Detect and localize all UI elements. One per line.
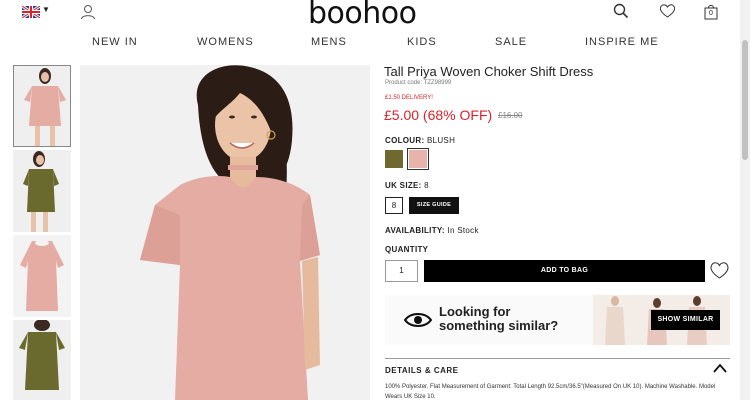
size-label: UK SIZE: xyxy=(385,181,422,190)
sale-price: £5.00 (68% OFF) xyxy=(384,107,493,123)
availability-value: In Stock xyxy=(447,226,479,235)
thumbnail-3[interactable] xyxy=(13,235,71,317)
colour-value: BLUSH xyxy=(426,136,456,145)
chevron-up-icon[interactable] xyxy=(713,363,727,373)
nav-item-womens[interactable]: WOMENS xyxy=(197,36,254,48)
show-similar-button[interactable]: SHOW SIMILAR xyxy=(651,310,720,330)
heart-icon[interactable] xyxy=(659,3,676,19)
availability-row: AVAILABILITY: In Stock xyxy=(385,226,479,235)
nav-item-new-in[interactable]: NEW IN xyxy=(92,36,138,48)
search-icon[interactable] xyxy=(613,3,629,19)
eye-icon xyxy=(404,313,432,327)
nav-item-kids[interactable]: KIDS xyxy=(407,36,437,48)
uk-flag-icon[interactable] xyxy=(22,6,40,18)
nav-item-inspire-me[interactable]: INSPIRE ME xyxy=(585,36,659,48)
thumbnail-4[interactable] xyxy=(13,320,71,400)
size-option-8[interactable]: 8 xyxy=(385,197,403,214)
thumbnail-1[interactable] xyxy=(13,65,71,147)
scrollbar-thumb[interactable] xyxy=(742,40,748,160)
similar-line-1: Looking for xyxy=(439,304,511,319)
similar-banner: Looking for something similar? SHOW SIMI… xyxy=(385,295,730,345)
bag-count: 0 xyxy=(709,10,713,17)
product-title: Tall Priya Woven Choker Shift Dress xyxy=(384,64,594,79)
main-product-image[interactable] xyxy=(80,65,370,400)
details-care-heading[interactable]: DETAILS & CARE xyxy=(385,366,459,375)
divider xyxy=(385,358,730,359)
quantity-label: QUANTITY xyxy=(385,245,428,254)
thumbnail-2[interactable] xyxy=(13,150,71,232)
site-logo[interactable]: boohoo xyxy=(308,0,417,31)
swatch-khaki[interactable] xyxy=(385,150,403,168)
nav-item-sale[interactable]: SALE xyxy=(495,36,527,48)
availability-label: AVAILABILITY: xyxy=(385,226,445,235)
nav-item-mens[interactable]: MENS xyxy=(311,36,347,48)
colour-row: COLOUR: BLUSH xyxy=(385,136,455,145)
site-header: ▼ boohoo 0 NEW IN WOMENS MENS KIDS SALE … xyxy=(0,0,740,62)
similar-line-2: something similar? xyxy=(439,318,559,333)
size-row: UK SIZE: 8 xyxy=(385,181,429,190)
main-nav: NEW IN WOMENS MENS KIDS SALE INSPIRE ME xyxy=(0,36,740,52)
wishlist-heart-icon[interactable] xyxy=(709,261,730,280)
chevron-down-icon[interactable]: ▼ xyxy=(42,5,50,14)
quantity-label-text: QUANTITY xyxy=(385,245,429,254)
colour-label: COLOUR: xyxy=(385,136,425,145)
details-care-text: 100% Polyester. Flat Measurement of Garm… xyxy=(385,384,716,400)
product-code: Product code: TZZ98999 xyxy=(385,80,452,86)
product-page: ▼ boohoo 0 NEW IN WOMENS MENS KIDS SALE … xyxy=(0,0,750,400)
delivery-promo: £1.50 DELIVERY! xyxy=(385,95,433,101)
account-icon[interactable] xyxy=(80,4,96,20)
quantity-input[interactable]: 1 xyxy=(385,260,418,282)
size-guide-button[interactable]: SIZE GUIDE xyxy=(409,197,459,214)
size-value: 8 xyxy=(424,181,429,190)
add-to-bag-button[interactable]: ADD TO BAG xyxy=(424,260,705,282)
original-price: £16.00 xyxy=(498,111,523,120)
similar-heading: Looking for something similar? xyxy=(439,305,558,333)
swatch-blush[interactable] xyxy=(407,148,429,170)
